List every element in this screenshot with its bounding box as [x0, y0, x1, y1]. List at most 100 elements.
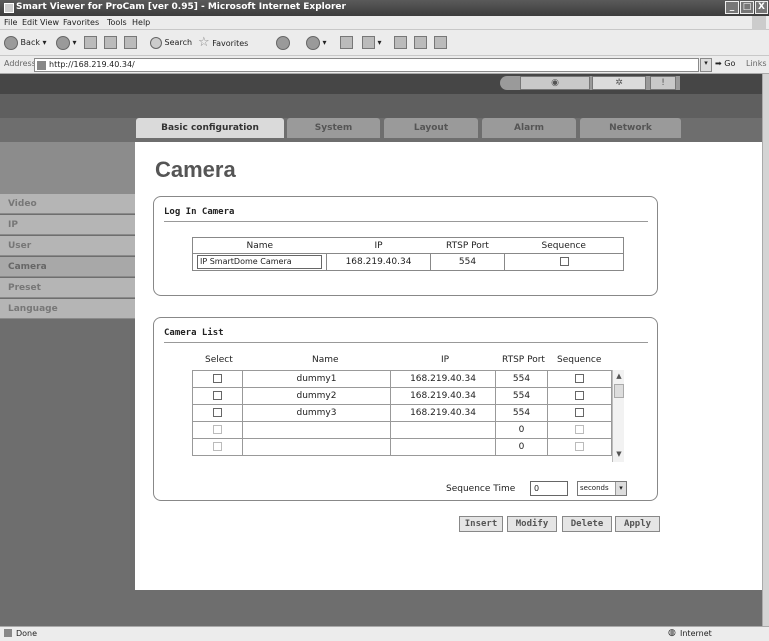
edit-button[interactable]: ▾ [362, 35, 382, 51]
menu-favorites[interactable]: Favorites [63, 18, 99, 27]
row-select-checkbox[interactable] [213, 374, 222, 383]
research-button[interactable] [414, 35, 427, 51]
menu-file[interactable]: File [4, 18, 17, 27]
maximize-button[interactable]: □ [740, 1, 754, 14]
menu-edit[interactable]: Edit [22, 18, 38, 27]
favorites-button[interactable]: ☆ Favorites [198, 35, 248, 51]
sequence-unit-value: seconds [580, 484, 609, 492]
search-label: Search [164, 38, 193, 47]
tab-network[interactable]: Network [580, 118, 681, 138]
info-icon: ! [661, 78, 665, 88]
table-row[interactable]: 0 [192, 421, 612, 439]
forward-button[interactable]: ▾ [56, 35, 77, 51]
sidebar-item-ip[interactable]: IP [0, 215, 135, 235]
select-cell [192, 404, 243, 422]
scroll-thumb[interactable] [614, 384, 624, 398]
refresh-button[interactable] [104, 35, 117, 51]
col-select: Select [205, 355, 233, 365]
messenger-button[interactable] [434, 35, 447, 51]
ip-cell: 168.219.40.34 [390, 404, 496, 422]
menu-view[interactable]: View [40, 18, 59, 27]
status-text: Done [16, 629, 38, 638]
menu-tools[interactable]: Tools [107, 18, 127, 27]
sequence-unit-select[interactable]: seconds ▾ [577, 481, 627, 496]
select-cell [192, 421, 243, 439]
search-icon [150, 36, 162, 49]
history-button[interactable] [276, 35, 290, 51]
menu-bar: File Edit View Favorites Tools Help [0, 16, 769, 30]
row-select-checkbox[interactable] [213, 391, 222, 400]
close-button[interactable]: X [755, 1, 768, 14]
address-input[interactable]: http://168.219.40.34/ [34, 58, 699, 72]
login-name-input[interactable]: IP SmartDome Camera [197, 255, 322, 269]
row-sequence-checkbox[interactable] [575, 425, 584, 434]
go-button[interactable]: ➡ Go [715, 59, 735, 68]
modify-button[interactable]: Modify [507, 516, 557, 532]
table-row[interactable]: dummy2 168.219.40.34 554 [192, 387, 612, 405]
setup-button[interactable]: ✲ [592, 76, 646, 90]
tab-alarm[interactable]: Alarm [482, 118, 576, 138]
sidebar-item-video[interactable]: Video [0, 194, 135, 214]
sidebar-item-preset[interactable]: Preset [0, 278, 135, 298]
windows-logo-icon [752, 16, 766, 30]
row-select-checkbox[interactable] [213, 442, 222, 451]
row-sequence-checkbox[interactable] [575, 374, 584, 383]
back-label: Back [20, 38, 40, 47]
print-button[interactable] [340, 35, 353, 51]
camera-list-title: Camera List [164, 328, 224, 338]
research-icon [414, 36, 427, 49]
port-cell: 554 [495, 404, 548, 422]
insert-button[interactable]: Insert [459, 516, 503, 532]
delete-button[interactable]: Delete [562, 516, 612, 532]
home-button[interactable] [124, 35, 137, 51]
row-select-checkbox[interactable] [213, 425, 222, 434]
camera-list-table: dummy1 168.219.40.34 554 dummy2 168.219.… [192, 370, 612, 456]
table-row[interactable]: 0 [192, 438, 612, 456]
info-button[interactable]: ! [650, 76, 676, 90]
scroll-up-icon[interactable]: ▲ [614, 372, 624, 382]
login-sequence-checkbox[interactable] [559, 257, 569, 266]
minimize-button[interactable]: _ [725, 1, 739, 14]
port-cell: 0 [495, 438, 548, 456]
page-done-icon [4, 629, 12, 637]
login-camera-panel: Log In Camera Name IP RTSP Port Sequence… [153, 196, 658, 296]
row-sequence-checkbox[interactable] [575, 442, 584, 451]
row-sequence-checkbox[interactable] [575, 408, 584, 417]
camera-list-header: Select Name IP RTSP Port Sequence [154, 355, 659, 367]
live-view-button[interactable]: ◉ [520, 76, 590, 90]
row-select-checkbox[interactable] [213, 408, 222, 417]
login-sequence-cell [504, 253, 624, 271]
window-title: Smart Viewer for ProCam [ver 0.95] - Mic… [16, 2, 346, 12]
ip-cell: 168.219.40.34 [390, 370, 496, 388]
links-label[interactable]: Links [746, 59, 767, 68]
row-sequence-checkbox[interactable] [575, 391, 584, 400]
back-button[interactable]: Back ▾ [4, 35, 47, 51]
app-header: ◉ ✲ ! [0, 74, 762, 94]
table-row[interactable]: dummy1 168.219.40.34 554 [192, 370, 612, 388]
gear-icon: ✲ [615, 78, 623, 88]
menu-help[interactable]: Help [132, 18, 150, 27]
apply-button[interactable]: Apply [615, 516, 660, 532]
port-cell: 554 [495, 370, 548, 388]
page-scrollbar[interactable] [762, 74, 769, 626]
stop-button[interactable] [84, 35, 97, 51]
sidebar-item-camera[interactable]: Camera [0, 257, 135, 277]
sidebar-item-user[interactable]: User [0, 236, 135, 256]
scroll-down-icon[interactable]: ▼ [614, 450, 624, 460]
mail-button[interactable]: ▾ [306, 35, 327, 51]
discuss-button[interactable] [394, 35, 407, 51]
address-dropdown-button[interactable]: ▾ [700, 58, 712, 72]
name-cell: dummy2 [242, 387, 391, 405]
ip-cell [390, 438, 496, 456]
tab-basic-configuration[interactable]: Basic configuration [136, 118, 284, 138]
login-panel-divider [164, 221, 648, 222]
tab-system[interactable]: System [287, 118, 380, 138]
tab-layout[interactable]: Layout [384, 118, 478, 138]
select-cell [192, 387, 243, 405]
table-row[interactable]: dummy3 168.219.40.34 554 [192, 404, 612, 422]
star-icon: ☆ [198, 35, 210, 50]
camera-list-scrollbar[interactable]: ▲ ▼ [612, 370, 624, 462]
sidebar-item-language[interactable]: Language [0, 299, 135, 319]
sequence-time-input[interactable]: 0 [530, 481, 568, 496]
search-button[interactable]: Search [150, 35, 192, 51]
